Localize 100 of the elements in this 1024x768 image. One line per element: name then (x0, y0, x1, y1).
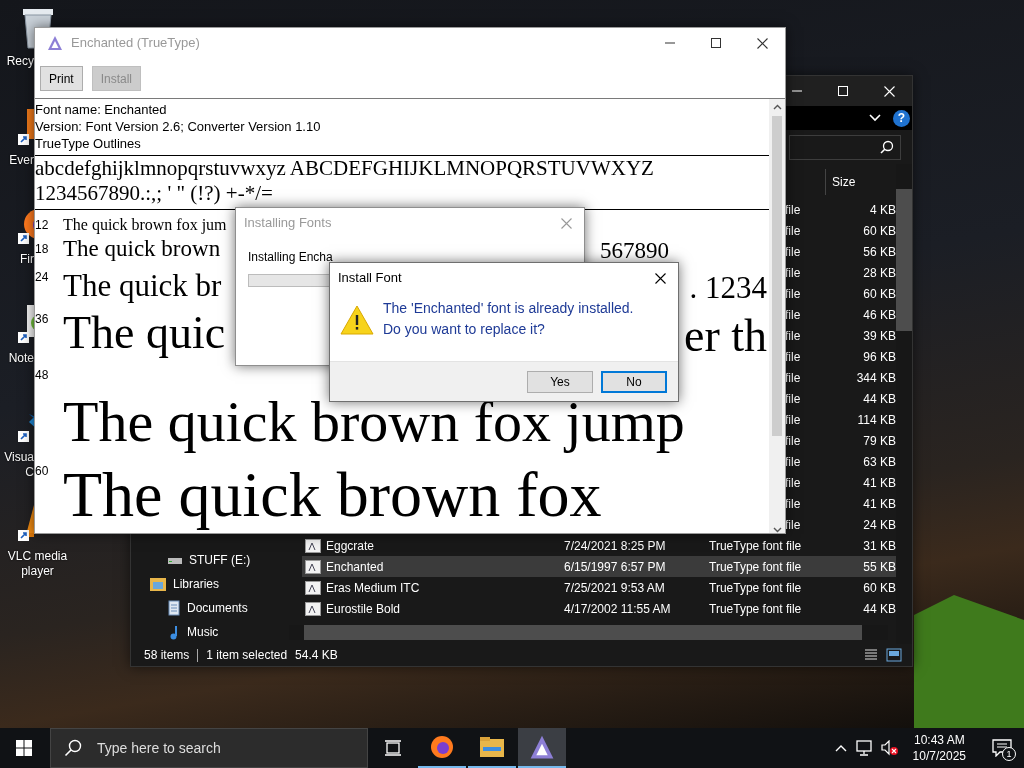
size-label: 18 (35, 241, 50, 258)
file-row[interactable]: file 60 KB (785, 220, 896, 241)
file-size: 55 KB (862, 558, 896, 576)
sample-text: The quick brown (63, 235, 221, 262)
file-type: file (785, 369, 802, 387)
nav-item[interactable]: Music (187, 623, 219, 641)
file-row[interactable]: file 56 KB (785, 241, 896, 262)
file-size: 44 KB (862, 600, 896, 618)
nav-item[interactable]: Libraries (173, 575, 220, 593)
file-row[interactable]: file 41 KB (785, 493, 896, 514)
nav-item[interactable]: Documents (187, 599, 248, 617)
icon-label: Fir (19, 252, 34, 267)
dialog-button[interactable]: No (601, 370, 667, 393)
file-row[interactable]: file 60 KB (785, 283, 896, 304)
status-text: 58 items (144, 648, 191, 662)
file-size: 41 KB (862, 495, 896, 513)
icon-label: VLC media player (7, 549, 68, 579)
file-type: file (785, 222, 802, 240)
chevron-up-icon[interactable] (834, 744, 847, 752)
details-view-icon[interactable] (864, 648, 878, 662)
search-field[interactable]: Type here to search (50, 728, 368, 768)
file-name: Eurostile Bold (326, 600, 401, 618)
app-icon (47, 35, 63, 51)
status-text: 1 item selected (197, 648, 296, 662)
file-row[interactable]: file 4 KB (785, 199, 896, 220)
file-size: 114 KB (856, 411, 896, 429)
file-size: 60 KB (862, 285, 896, 303)
file-size: 44 KB (862, 390, 896, 408)
file-row[interactable]: file 63 KB (785, 451, 896, 472)
file-date: 6/15/1997 6:57 PM (564, 558, 667, 576)
icon-label: Recy (5, 54, 34, 69)
search-icon (64, 739, 82, 757)
folder-icon (149, 576, 167, 592)
scrollbar-thumb[interactable] (772, 116, 782, 436)
file-row[interactable]: Enchanted 6/15/1997 6:57 PM TrueType font file 55 KB (302, 556, 896, 577)
file-size: 41 KB (862, 474, 896, 492)
taskbar-app[interactable] (518, 728, 566, 768)
font-file-icon (305, 580, 321, 595)
maximize-icon[interactable] (711, 38, 721, 48)
file-row[interactable]: file 24 KB (785, 514, 896, 535)
toolbar-button[interactable]: Print (40, 66, 83, 91)
notification-icon[interactable] (992, 739, 1012, 757)
file-row[interactable]: file 39 KB (785, 325, 896, 346)
file-type: TrueType font file (709, 600, 803, 618)
info-text: Version: Font Version 2.6; Converter Version 1.10 (35, 118, 322, 135)
font-file-icon (305, 538, 321, 553)
file-size: 79 KB (862, 432, 896, 450)
file-name: Eggcrate (326, 537, 375, 555)
file-size: 60 KB (862, 579, 896, 597)
sample-text: The quick brown fox (63, 458, 602, 532)
font-file-icon (305, 559, 321, 574)
icon-label: Note (7, 351, 34, 366)
app-icon[interactable] (529, 734, 555, 760)
file-row[interactable]: Eras Medium ITC 7/25/2021 9:53 AM TrueType font file 60 KB (302, 577, 896, 598)
chevron-down-icon[interactable] (869, 114, 881, 122)
file-row[interactable]: file 41 KB (785, 472, 896, 493)
file-type: file (785, 348, 802, 366)
clock-time[interactable]: 10:43 AM (913, 732, 965, 748)
file-date: 4/17/2002 11:55 AM (564, 600, 672, 618)
sample-text: The quick br (63, 268, 222, 304)
file-row[interactable]: file 28 KB (785, 262, 896, 283)
file-type: file (785, 264, 802, 282)
sample-text: . 1234 (689, 272, 767, 304)
file-type: file (785, 243, 802, 261)
tiles-view-icon[interactable] (886, 648, 902, 662)
flame-globe-icon[interactable] (429, 734, 455, 760)
file-name: Enchanted (326, 558, 384, 576)
scroll-down-icon[interactable] (772, 527, 782, 533)
help-button[interactable]: ? (893, 109, 910, 127)
folder-icon[interactable] (479, 736, 505, 758)
window-title: Enchanted (TrueType) (71, 34, 200, 53)
file-row[interactable]: file 79 KB (785, 430, 896, 451)
file-row[interactable]: file 96 KB (785, 346, 896, 367)
task-view-icon[interactable] (384, 740, 402, 756)
column-header[interactable]: Size (825, 168, 856, 195)
charset-text: 1234567890.:,; ' " (!?) +-*/= (35, 181, 274, 206)
close-icon[interactable] (756, 37, 768, 49)
scroll-up-icon[interactable] (772, 104, 782, 110)
network-icon[interactable] (854, 740, 873, 756)
file-size: 344 KB (855, 369, 896, 387)
close-icon[interactable] (655, 272, 666, 284)
file-date: 7/25/2021 9:53 AM (564, 579, 666, 597)
search-field[interactable] (789, 134, 901, 160)
speaker-muted-icon[interactable] (880, 740, 899, 756)
file-size: 39 KB (862, 327, 896, 345)
file-row[interactable]: file 114 KB (785, 409, 896, 430)
sample-text: er th (684, 313, 767, 360)
file-row[interactable]: file 44 KB (785, 388, 896, 409)
file-row[interactable]: Eurostile Bold 4/17/2002 11:55 AM TrueType font file 44 KB (302, 598, 896, 619)
document-icon (167, 600, 181, 616)
size-label: 24 (35, 269, 50, 286)
nav-item[interactable]: STUFF (E:) (189, 551, 251, 569)
file-row[interactable]: file 46 KB (785, 304, 896, 325)
scrollbar-thumb[interactable] (896, 189, 912, 331)
file-type: file (785, 390, 802, 408)
file-type: file (785, 285, 802, 303)
clock-date[interactable]: 10/7/2025 (912, 748, 966, 764)
dialog-button[interactable]: Yes (527, 370, 593, 393)
file-row[interactable]: file 344 KB (785, 367, 896, 388)
file-row[interactable]: Eggcrate 7/24/2021 8:25 PM TrueType font file 31 KB (302, 535, 896, 556)
